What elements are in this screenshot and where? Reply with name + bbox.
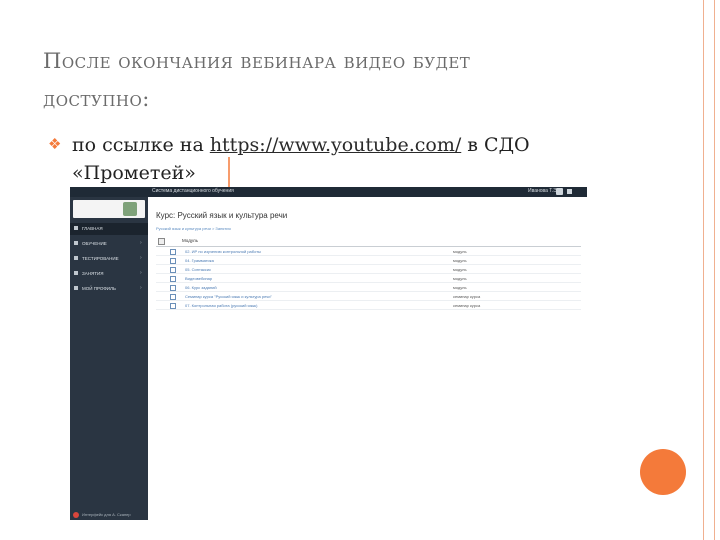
seminar-icon xyxy=(170,294,176,300)
table-row[interactable]: 04. Грамматика модуль xyxy=(156,257,581,265)
module-name[interactable]: 02. ИР по изучению контрольной работы xyxy=(185,249,261,254)
table-row[interactable]: 06. Курс заданий модуль xyxy=(156,284,581,292)
module-name[interactable]: 07. Контрольная работа (русский язык) xyxy=(185,303,258,308)
video-icon xyxy=(170,276,176,282)
settings-icon[interactable] xyxy=(567,189,572,194)
sidebar-footer[interactable]: Интерфейс для А. Сканер xyxy=(70,510,148,520)
course-title: Курс: Русский язык и культура речи xyxy=(156,211,288,220)
lms-topbar: Система дистанционного обучения Иванова … xyxy=(70,187,587,197)
module-name[interactable]: 06. Курс заданий xyxy=(185,285,217,290)
seminar-icon xyxy=(170,303,176,309)
module-type: модуль xyxy=(453,267,467,272)
sidebar-item-learning[interactable]: ОБУЧЕНИЕ › xyxy=(70,238,148,250)
module-type: модуль xyxy=(453,276,467,281)
sidebar-item-label: ОБУЧЕНИЕ xyxy=(82,241,107,246)
chevron-right-icon: › xyxy=(140,240,142,246)
university-logo xyxy=(73,200,145,218)
module-icon xyxy=(170,285,176,291)
sidebar-item-label: ГЛАВНАЯ xyxy=(82,226,103,231)
sidebar-footer-label: Интерфейс для А. Сканер xyxy=(82,512,131,517)
sidebar-item-profile[interactable]: МОЙ ПРОФИЛЬ › xyxy=(70,283,148,295)
calendar-icon xyxy=(74,271,78,275)
breadcrumb[interactable]: Русский язык и культура речи > Занятия xyxy=(156,226,231,231)
user-icon xyxy=(74,286,78,290)
sidebar-item-testing[interactable]: ТЕСТИРОВАНИЕ › xyxy=(70,253,148,265)
sidebar-item-label: ТЕСТИРОВАНИЕ xyxy=(82,256,119,261)
lms-site-title: Система дистанционного обучения xyxy=(152,188,234,194)
table-row[interactable]: 05. Синтаксис модуль xyxy=(156,266,581,274)
sidebar-item-label: ЗАНЯТИЯ xyxy=(82,271,104,276)
chevron-right-icon: › xyxy=(140,255,142,261)
chevron-right-icon: › xyxy=(140,285,142,291)
table-header-label: Модуль xyxy=(182,238,198,243)
module-name[interactable]: Видеовебинар xyxy=(185,276,212,281)
module-icon xyxy=(170,249,176,255)
university-emblem-icon xyxy=(123,202,137,216)
module-type: семинар курса xyxy=(453,303,481,308)
module-icon xyxy=(170,267,176,273)
module-name[interactable]: Семинар курса "Русский язык и культура р… xyxy=(185,294,272,299)
lms-main-content: Курс: Русский язык и культура речи Русск… xyxy=(148,197,587,520)
table-row[interactable]: 02. ИР по изучению контрольной работы мо… xyxy=(156,248,581,256)
home-icon xyxy=(74,226,78,230)
module-type: модуль xyxy=(453,258,467,263)
test-icon xyxy=(74,256,78,260)
sidebar-item-label: МОЙ ПРОФИЛЬ xyxy=(82,286,116,291)
module-type: модуль xyxy=(453,285,467,290)
module-name[interactable]: 04. Грамматика xyxy=(185,258,214,263)
lms-screenshot: Система дистанционного обучения Иванова … xyxy=(70,187,587,520)
book-icon xyxy=(74,241,78,245)
module-name[interactable]: 05. Синтаксис xyxy=(185,267,211,272)
table-header: Модуль xyxy=(156,236,581,247)
table-row[interactable]: 07. Контрольная работа (русский язык) се… xyxy=(156,302,581,310)
lms-sidebar: ГЛАВНАЯ ОБУЧЕНИЕ › ТЕСТИРОВАНИЕ › ЗАНЯТИ… xyxy=(70,197,148,520)
sidebar-item-classes[interactable]: ЗАНЯТИЯ › xyxy=(70,268,148,280)
chevron-right-icon: › xyxy=(140,270,142,276)
module-icon xyxy=(170,258,176,264)
accessibility-icon xyxy=(73,512,79,518)
collapse-toggle-icon[interactable] xyxy=(158,238,165,245)
user-avatar-icon[interactable] xyxy=(556,188,563,195)
sidebar-item-home[interactable]: ГЛАВНАЯ xyxy=(70,223,148,235)
module-type: модуль xyxy=(453,249,467,254)
table-row[interactable]: Видеовебинар модуль xyxy=(156,275,581,283)
table-row[interactable]: Семинар курса "Русский язык и культура р… xyxy=(156,293,581,301)
lms-user-name[interactable]: Иванова Т.Э. xyxy=(528,188,558,194)
module-type: семинар курса xyxy=(453,294,481,299)
